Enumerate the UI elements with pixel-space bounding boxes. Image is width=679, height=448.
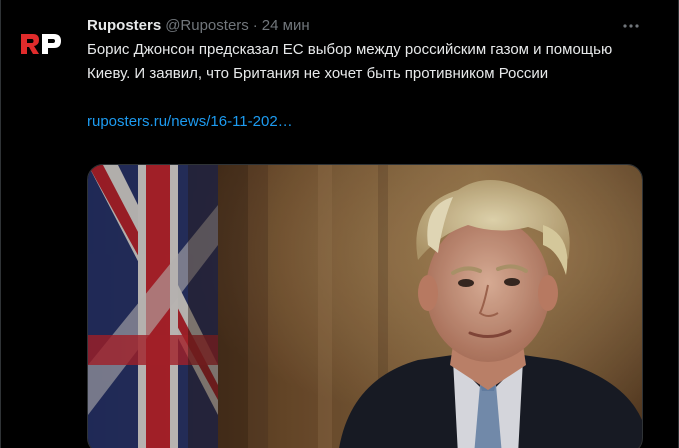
photo-boris-johnson [88,165,642,448]
more-options-button[interactable] [619,14,643,38]
author-handle[interactable]: @Ruposters [165,16,249,36]
avatar[interactable] [17,20,65,68]
tweet[interactable]: Ruposters @Ruposters · 24 мин Борис Джон… [1,0,678,448]
tweet-text: Борис Джонсон предсказал ЕС выбор между … [87,38,639,86]
ruposters-logo [21,34,61,54]
tweet-header: Ruposters @Ruposters · 24 мин [87,14,643,38]
tweet-content: Ruposters @Ruposters · 24 мин Борис Джон… [87,14,643,134]
article-link[interactable]: ruposters.ru/news/16-11-202… [87,110,293,134]
author-name[interactable]: Ruposters [87,16,161,36]
tweet-body: Борис Джонсон предсказал ЕС выбор между … [87,41,613,82]
tweet-timestamp[interactable]: 24 мин [262,16,310,36]
separator-dot: · [252,17,258,34]
more-horizontal-icon [623,24,639,28]
tweet-media-image[interactable] [87,164,643,448]
app-frame: Ruposters @Ruposters · 24 мин Борис Джон… [0,0,679,448]
